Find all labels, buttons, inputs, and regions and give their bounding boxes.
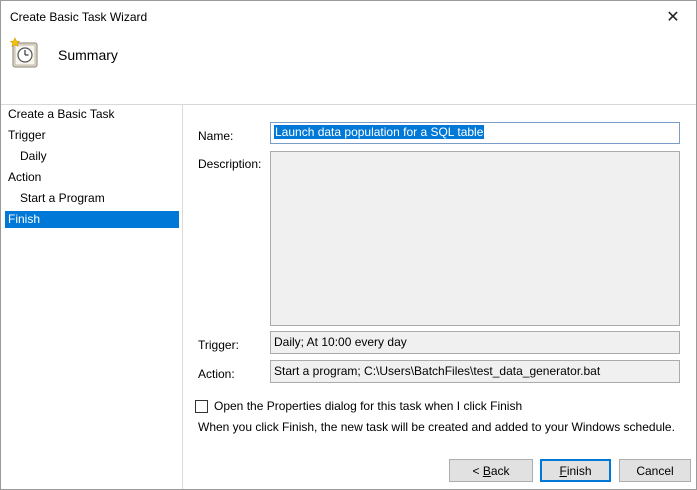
close-button[interactable]: ✕ xyxy=(650,1,696,32)
summary-panel: Name: Launch data population for a SQL t… xyxy=(183,105,696,489)
close-icon: ✕ xyxy=(666,8,680,26)
description-field[interactable] xyxy=(270,151,680,326)
step-trigger[interactable]: Trigger xyxy=(5,127,179,144)
step-label: Action xyxy=(8,170,42,184)
cancel-button[interactable]: Cancel xyxy=(619,459,691,482)
action-value: Start a program; C:\Users\BatchFiles\tes… xyxy=(274,364,601,378)
step-label: Trigger xyxy=(8,128,46,142)
window-title: Create Basic Task Wizard xyxy=(10,10,148,24)
step-start-program[interactable]: Start a Program xyxy=(5,190,179,207)
step-create-basic-task[interactable]: Create a Basic Task xyxy=(5,106,179,123)
finish-button[interactable]: Finish xyxy=(540,459,611,482)
action-field[interactable]: Start a program; C:\Users\BatchFiles\tes… xyxy=(270,360,680,383)
step-finish[interactable]: Finish xyxy=(5,211,179,228)
step-label: Finish xyxy=(8,212,41,226)
action-label: Action: xyxy=(198,367,235,381)
open-properties-checkbox[interactable] xyxy=(195,400,208,413)
step-action[interactable]: Action xyxy=(5,169,179,186)
name-label: Name: xyxy=(198,129,234,143)
step-daily[interactable]: Daily xyxy=(5,148,179,165)
finish-label: inish xyxy=(566,463,592,478)
trigger-value: Daily; At 10:00 every day xyxy=(274,335,407,349)
open-properties-label[interactable]: Open the Properties dialog for this task… xyxy=(214,399,522,413)
trigger-label: Trigger: xyxy=(198,338,239,352)
back-button[interactable]: < Back xyxy=(449,459,533,482)
page-title: Summary xyxy=(58,47,118,63)
name-field[interactable]: Launch data population for a SQL table xyxy=(270,122,680,144)
back-label: ack xyxy=(490,463,510,478)
description-label: Description: xyxy=(198,157,262,171)
step-label: Daily xyxy=(20,149,47,163)
back-prefix: < xyxy=(472,463,483,478)
title-bar: Create Basic Task Wizard ✕ xyxy=(1,1,696,32)
wizard-header: Summary xyxy=(1,32,696,104)
finish-mnemonic: F xyxy=(559,463,567,478)
step-label: Start a Program xyxy=(20,191,105,205)
wizard-steps: Create a Basic Task Trigger Daily Action… xyxy=(1,105,183,489)
name-value: Launch data population for a SQL table xyxy=(274,125,485,139)
task-scheduler-icon xyxy=(9,37,38,68)
cancel-label: Cancel xyxy=(636,463,674,478)
step-label: Create a Basic Task xyxy=(8,107,115,121)
wizard-window: Create Basic Task Wizard ✕ Summary Creat… xyxy=(0,0,697,490)
finish-info-text: When you click Finish, the new task will… xyxy=(198,420,675,434)
trigger-field[interactable]: Daily; At 10:00 every day xyxy=(270,331,680,354)
back-mnemonic: B xyxy=(482,463,491,478)
